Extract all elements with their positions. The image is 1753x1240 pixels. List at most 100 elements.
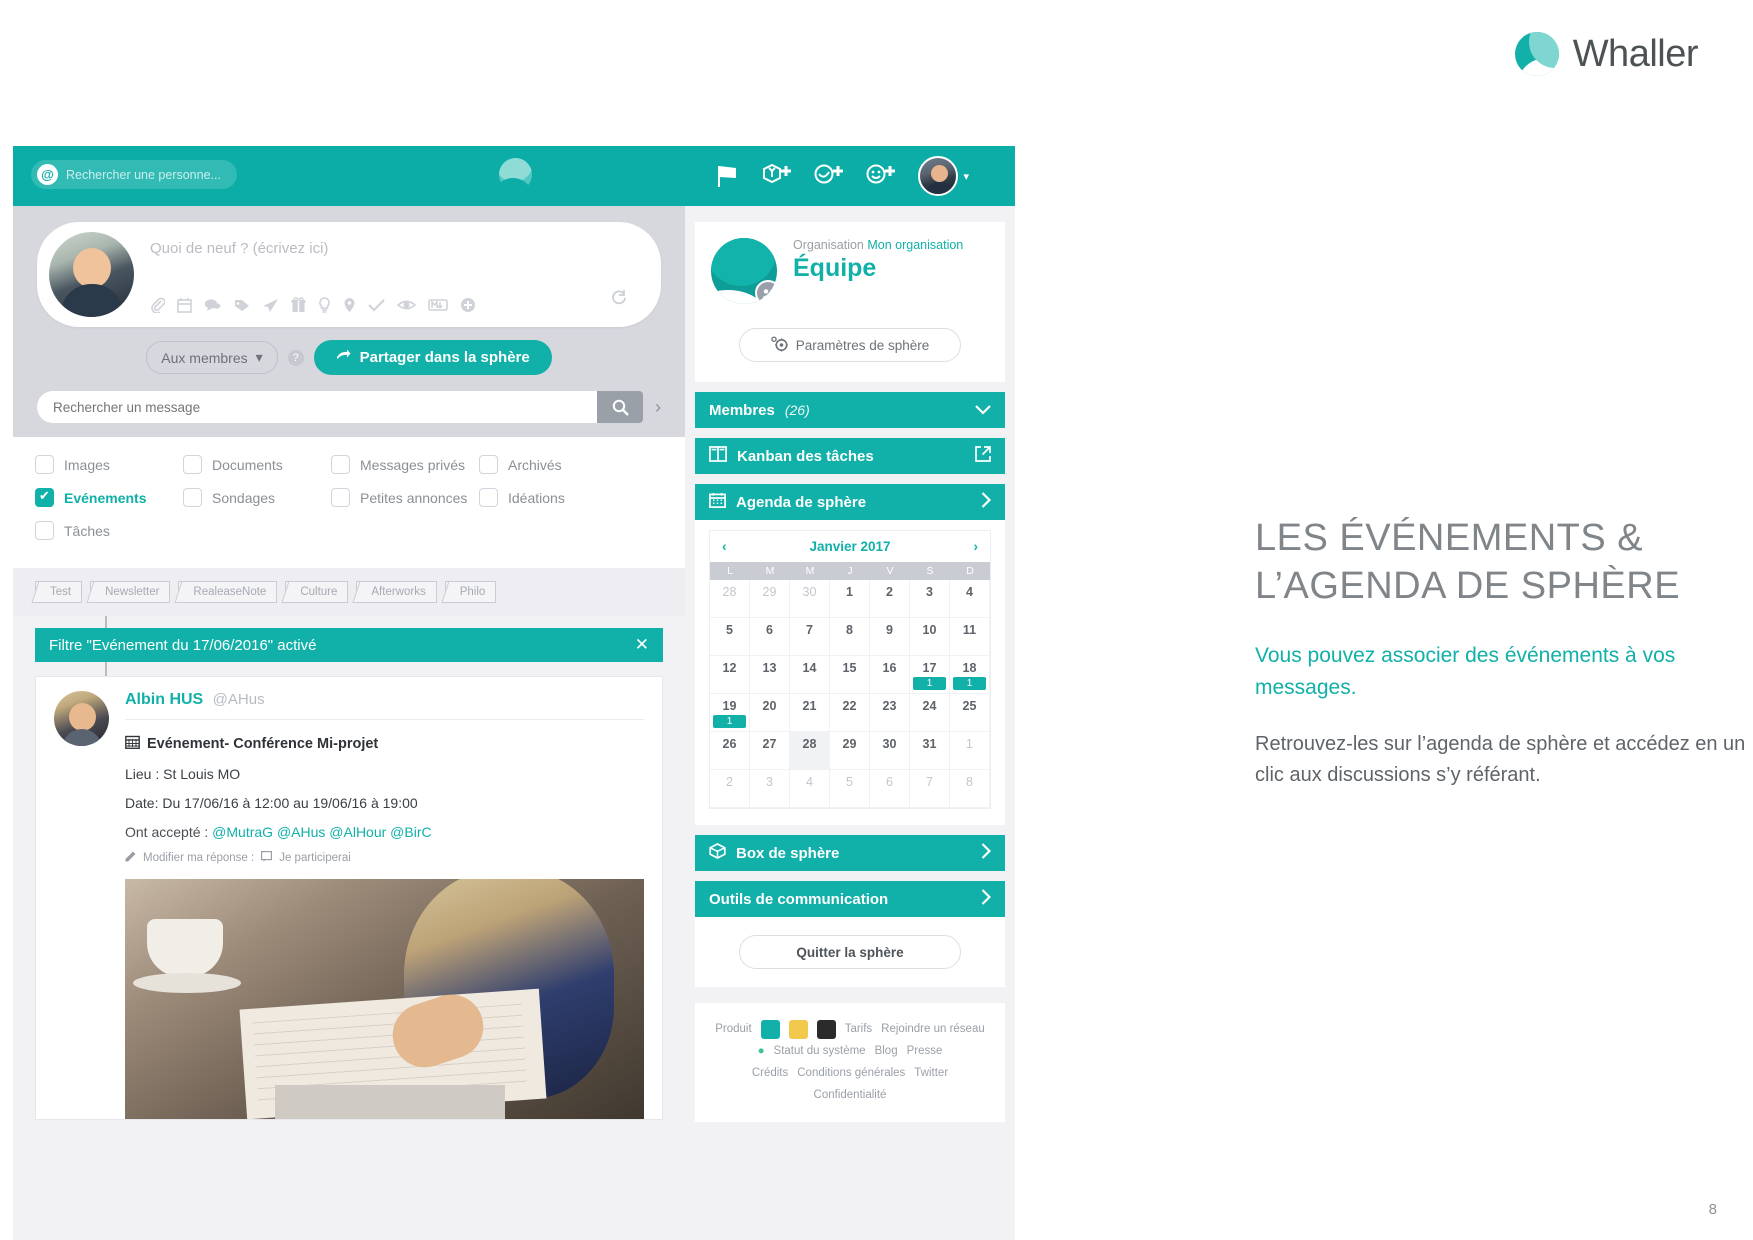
organisation-name[interactable]: Mon organisation (867, 238, 963, 252)
calendar-day[interactable]: 3 (910, 580, 950, 618)
calendar-day[interactable]: 28 (710, 580, 750, 618)
calendar-day[interactable]: 23 (870, 694, 910, 732)
event-accepted-mentions[interactable]: @MutraG @AHus @AlHour @BirC (212, 824, 431, 840)
filter-archives[interactable]: Archivés (479, 455, 627, 474)
calendar-day[interactable]: 7 (910, 770, 950, 808)
calendar-day[interactable]: 8 (830, 618, 870, 656)
flag-icon[interactable] (714, 164, 740, 188)
checkbox[interactable] (183, 488, 202, 507)
participate-icon[interactable] (261, 851, 273, 865)
calendar-day[interactable]: 13 (750, 656, 790, 694)
checkbox[interactable] (35, 455, 54, 474)
chevron-right-icon[interactable] (981, 492, 992, 512)
checkbox[interactable] (479, 488, 498, 507)
chevron-right-icon[interactable] (981, 889, 992, 909)
tag-item[interactable]: Culture (285, 581, 349, 603)
tag-item[interactable]: Philo (444, 581, 497, 603)
tag-icon[interactable] (233, 297, 250, 313)
share-button[interactable]: Partager dans la sphère (313, 340, 552, 375)
message-search[interactable] (37, 391, 643, 423)
paperclip-icon[interactable] (150, 297, 165, 313)
calendar-day[interactable]: 1 (950, 732, 990, 770)
filter-taches[interactable]: Tâches (35, 521, 183, 540)
calendar-day[interactable]: 14 (790, 656, 830, 694)
calendar-day[interactable]: 4 (790, 770, 830, 808)
search-icon[interactable] (597, 391, 643, 423)
tag-item[interactable]: Test (35, 581, 83, 603)
sphere-settings-button[interactable]: Paramètres de sphère (739, 328, 961, 362)
modify-response-label[interactable]: Modifier ma réponse : (143, 852, 254, 864)
filter-sondages[interactable]: Sondages (183, 488, 331, 507)
close-icon[interactable]: ✕ (635, 635, 649, 655)
send-icon[interactable] (262, 297, 279, 313)
post-avatar[interactable] (54, 691, 109, 746)
footer-conditions-link[interactable]: Conditions générales (797, 1063, 905, 1085)
calendar-day[interactable]: 5 (710, 618, 750, 656)
markdown-icon[interactable] (428, 297, 448, 313)
whaller-logo-icon-topbar[interactable] (499, 158, 532, 191)
calendar-day[interactable]: 20 (750, 694, 790, 732)
external-link-icon[interactable] (975, 446, 991, 466)
footer-blog-link[interactable]: Blog (875, 1041, 898, 1063)
check-icon[interactable] (368, 297, 385, 313)
calendar-day[interactable]: 19 1 (710, 694, 750, 732)
calendar-day[interactable]: 15 (830, 656, 870, 694)
footer-confidentialite-link[interactable]: Confidentialité (814, 1085, 887, 1107)
location-pin-icon[interactable] (343, 297, 356, 313)
compose-box[interactable]: Quoi de neuf ? (écrivez ici) (37, 222, 661, 327)
sidebar-item-outils[interactable]: Outils de communication (695, 881, 1005, 917)
calendar-day[interactable]: 8 (950, 770, 990, 808)
calendar-event-badge[interactable]: 1 (913, 677, 946, 690)
calendar-day[interactable]: 17 1 (910, 656, 950, 694)
gift-icon[interactable] (291, 297, 306, 313)
chevron-down-icon[interactable] (975, 402, 991, 419)
chevron-right-icon[interactable]: › (973, 539, 978, 554)
filter-evenements[interactable]: Evénements (35, 488, 183, 507)
calendar-day[interactable]: 6 (750, 618, 790, 656)
calendar-day[interactable]: 28 (790, 732, 830, 770)
calendar-day[interactable]: 2 (870, 580, 910, 618)
sidebar-item-kanban[interactable]: Kanban des tâches (695, 438, 1005, 474)
calendar-day[interactable]: 30 (790, 580, 830, 618)
calendar-day[interactable]: 7 (790, 618, 830, 656)
checkbox[interactable] (331, 488, 350, 507)
checkbox[interactable] (479, 455, 498, 474)
sidebar-item-agenda[interactable]: Agenda de sphère (695, 484, 1005, 520)
calendar-day[interactable]: 29 (830, 732, 870, 770)
chevron-left-icon[interactable]: ‹ (722, 539, 727, 554)
post-author[interactable]: Albin HUS @AHus (125, 691, 644, 709)
footer-credits-link[interactable]: Crédits (752, 1063, 788, 1085)
message-search-input[interactable] (37, 391, 597, 423)
footer-twitter-link[interactable]: Twitter (914, 1063, 948, 1085)
lightbulb-icon[interactable] (318, 297, 331, 313)
filter-messages-prives[interactable]: Messages privés (331, 455, 479, 474)
sidebar-item-box[interactable]: Box de sphère (695, 835, 1005, 871)
participate-label[interactable]: Je participerai (279, 852, 351, 864)
tag-item[interactable]: Afterworks (356, 581, 437, 603)
chevron-right-icon[interactable] (981, 843, 992, 863)
checkbox[interactable] (35, 521, 54, 540)
calendar-day[interactable]: 30 (870, 732, 910, 770)
checkbox[interactable] (183, 455, 202, 474)
refresh-icon[interactable] (610, 289, 627, 311)
calendar-day[interactable]: 11 (950, 618, 990, 656)
calendar-day[interactable]: 12 (710, 656, 750, 694)
audience-dropdown[interactable]: Aux membres ▾ (146, 341, 278, 374)
product-box-icon[interactable] (788, 1020, 808, 1040)
calendar-day[interactable]: 26 (710, 732, 750, 770)
sidebar-item-membres[interactable]: Membres (26) (695, 392, 1005, 428)
tag-item[interactable]: Newsletter (90, 581, 171, 603)
calendar-day[interactable]: 22 (830, 694, 870, 732)
calendar-day[interactable]: 31 (910, 732, 950, 770)
calendar-day[interactable]: 18 1 (950, 656, 990, 694)
calendar-day[interactable]: 21 (790, 694, 830, 732)
help-icon[interactable]: ? (287, 349, 304, 366)
calendar-day[interactable]: 25 (950, 694, 990, 732)
calendar-day[interactable]: 1 (830, 580, 870, 618)
comment-icon[interactable] (204, 297, 221, 313)
checkbox-checked[interactable] (35, 488, 54, 507)
edit-icon[interactable] (125, 851, 136, 865)
calendar-day[interactable]: 4 (950, 580, 990, 618)
filter-documents[interactable]: Documents (183, 455, 331, 474)
chevron-down-icon[interactable]: ▾ (963, 170, 969, 183)
